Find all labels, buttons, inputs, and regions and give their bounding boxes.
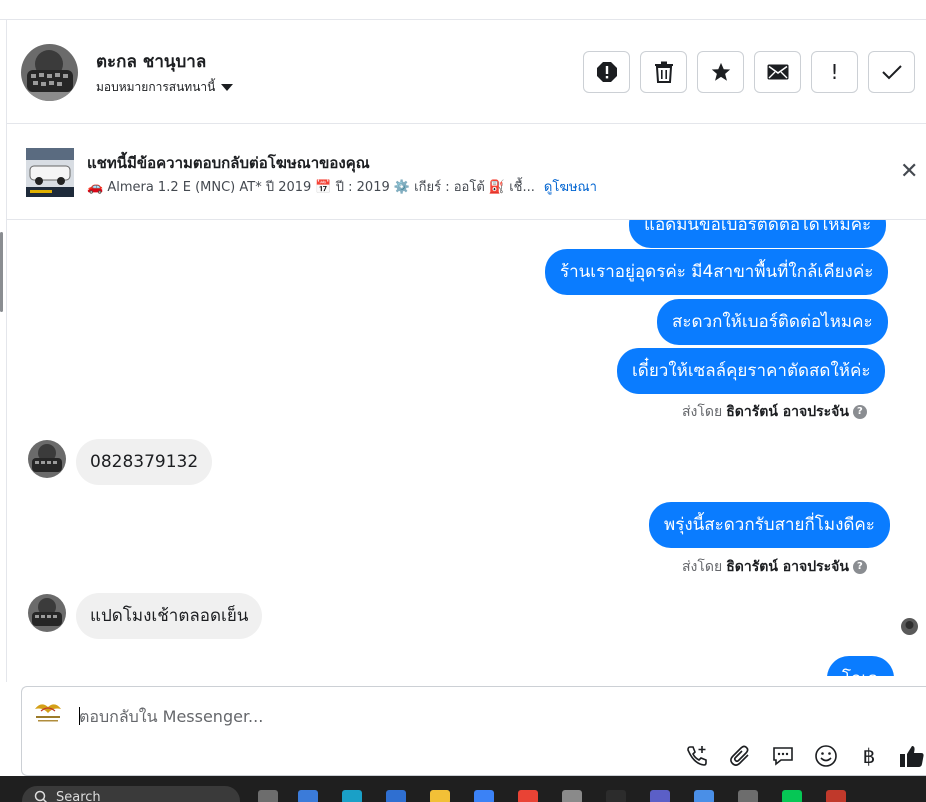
sent-by-label: ส่งโดย ธิดารัตน์ อาจประจัน ? xyxy=(682,556,867,578)
taskbar-app-icon[interactable] xyxy=(474,790,494,802)
smiley-icon[interactable] xyxy=(813,743,839,769)
outgoing-message[interactable]: เดี๋ยวให้เซลล์คุยราคาตัดสดให้ค่ะ xyxy=(617,348,886,394)
star-button[interactable] xyxy=(697,51,744,93)
conversation-header: ตะกล ชานุบาล มอบหมายการสนทนานี้ ! xyxy=(7,20,926,124)
text-caret xyxy=(79,707,80,725)
contact-avatar-small[interactable] xyxy=(28,594,66,632)
ad-banner-title: แชทนี้มีข้อความตอบกลับต่อโฆษณาของคุณ xyxy=(87,154,370,172)
delete-button[interactable] xyxy=(640,51,687,93)
comment-icon[interactable] xyxy=(770,743,796,769)
incoming-message[interactable]: แปดโมงเช้าตลอดเย็น xyxy=(76,593,263,639)
outgoing-message[interactable]: โอเค xyxy=(827,656,894,676)
spam-button[interactable] xyxy=(583,51,630,93)
ad-thumbnail[interactable] xyxy=(26,148,74,197)
read-receipt-avatar xyxy=(901,618,918,635)
follow-up-button[interactable]: ! xyxy=(811,51,858,93)
assign-conversation-dropdown[interactable]: มอบหมายการสนทนานี้ xyxy=(96,78,234,97)
reply-composer: ฿ xyxy=(21,686,926,776)
top-strip xyxy=(0,0,926,20)
left-scrollbar[interactable] xyxy=(0,232,3,312)
phone-plus-icon[interactable] xyxy=(684,743,710,769)
taskbar-app-icon[interactable] xyxy=(826,790,846,802)
ad-banner-description: 🚗 Almera 1.2 E (MNC) AT* ปี 2019 📅 ปี : … xyxy=(87,176,597,197)
help-icon[interactable]: ? xyxy=(852,405,867,419)
check-icon xyxy=(881,65,902,80)
store-icon[interactable] xyxy=(386,790,406,802)
assign-label: มอบหมายการสนทนานี้ xyxy=(96,80,216,94)
contact-avatar[interactable] xyxy=(21,44,78,101)
mark-unread-button[interactable] xyxy=(754,51,801,93)
ad-description-text: 🚗 Almera 1.2 E (MNC) AT* ปี 2019 📅 ปี : … xyxy=(87,180,535,195)
header-actions: ! xyxy=(583,51,915,93)
envelope-icon xyxy=(767,64,788,80)
calculator-icon[interactable] xyxy=(738,790,758,802)
sent-by-prefix: ส่งโดย xyxy=(682,404,723,420)
teams-icon[interactable] xyxy=(650,790,670,802)
alert-octagon-icon xyxy=(596,62,617,82)
folder-icon[interactable] xyxy=(430,790,450,802)
message-thread[interactable]: แอดมินขอเบอร์ติดต่อได้ไหมคะ ร้านเราอยู่อ… xyxy=(7,220,926,676)
thumbs-up-icon[interactable] xyxy=(899,743,925,769)
taskbar-search-label: Search xyxy=(56,790,101,802)
mark-done-button[interactable] xyxy=(868,51,915,93)
notepad-icon[interactable] xyxy=(694,790,714,802)
taskbar-app-icon[interactable] xyxy=(298,790,318,802)
search-icon xyxy=(34,790,48,802)
contact-name[interactable]: ตะกล ชานุบาล xyxy=(96,48,206,75)
line-icon[interactable] xyxy=(782,790,802,802)
os-taskbar: Search xyxy=(0,776,926,802)
sent-by-label: ส่งโดย ธิดารัตน์ อาจประจัน ? xyxy=(682,401,867,423)
view-ad-link[interactable]: ดูโฆษณา xyxy=(544,176,597,197)
edge-icon[interactable] xyxy=(342,790,362,802)
chrome-icon[interactable] xyxy=(518,790,538,802)
star-icon xyxy=(711,62,730,81)
outgoing-message[interactable]: ร้านเราอยู่อุดรค่ะ มี4สาขาพื้นที่ใกล้เคี… xyxy=(545,249,889,295)
contact-avatar-small[interactable] xyxy=(28,440,66,478)
incoming-message[interactable]: 0828379132 xyxy=(76,439,213,485)
taskbar-search[interactable]: Search xyxy=(22,786,240,802)
sent-by-name: ธิดารัตน์ อาจประจัน xyxy=(726,404,849,420)
ad-reply-banner: แชทนี้มีข้อความตอบกลับต่อโฆษณาของคุณ 🚗 A… xyxy=(7,125,926,220)
reply-input[interactable] xyxy=(79,701,679,731)
composer-tools: ฿ xyxy=(684,743,925,769)
page-logo xyxy=(31,699,65,727)
trash-icon xyxy=(654,61,673,83)
close-icon[interactable]: ✕ xyxy=(900,161,918,183)
taskbar-app-icon[interactable] xyxy=(258,790,278,802)
sent-by-name: ธิดารัตน์ อาจประจัน xyxy=(726,559,849,575)
exclamation-icon: ! xyxy=(830,60,839,84)
caret-down-icon xyxy=(221,84,234,91)
baht-icon[interactable]: ฿ xyxy=(856,743,882,769)
paperclip-icon[interactable] xyxy=(727,743,753,769)
taskbar-app-icon[interactable] xyxy=(606,790,626,802)
outgoing-message[interactable]: พรุ่งนี้สะดวกรับสายกี่โมงดีคะ xyxy=(649,502,890,548)
camera-icon[interactable] xyxy=(562,790,582,802)
messenger-inbox-page: ตะกล ชานุบาล มอบหมายการสนทนานี้ ! แชทนี้… xyxy=(0,0,926,802)
outgoing-message[interactable]: แอดมินขอเบอร์ติดต่อได้ไหมคะ xyxy=(629,220,887,248)
outgoing-message[interactable]: สะดวกให้เบอร์ติดต่อไหมคะ xyxy=(657,299,888,345)
sent-by-prefix: ส่งโดย xyxy=(682,559,723,575)
help-icon[interactable]: ? xyxy=(852,560,867,574)
